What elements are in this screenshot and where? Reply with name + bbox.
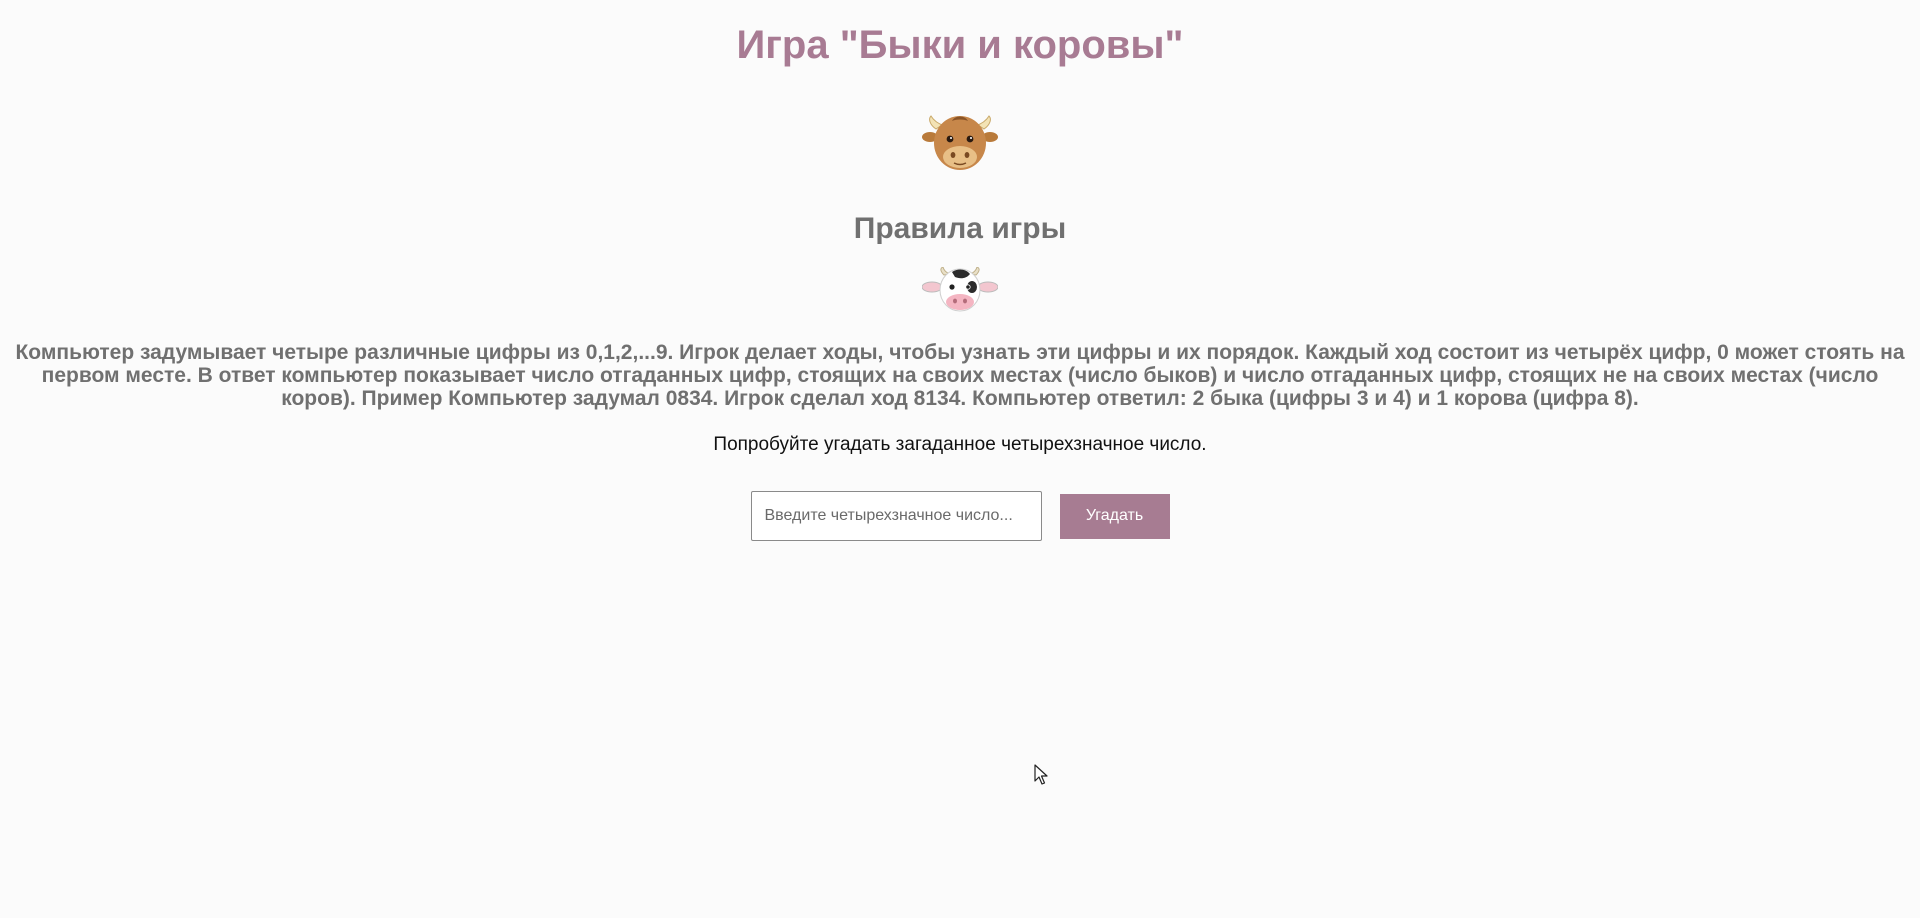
guess-form: Угадать [0, 491, 1920, 541]
guess-button[interactable]: Угадать [1059, 493, 1170, 539]
rules-heading: Правила игры [853, 212, 1067, 245]
mouse-pointer-icon [1034, 764, 1048, 785]
page: Игра "Быки и коровы" Правила игры Компью… [0, 0, 1920, 541]
number-input[interactable] [750, 491, 1042, 541]
bull-face-icon [922, 115, 998, 170]
guess-prompt: Попробуйте угадать загаданное четырехзна… [713, 434, 1207, 455]
cow-face-icon [922, 267, 998, 312]
rules-description: Компьютер задумывает четыре различные ци… [15, 341, 1905, 410]
page-title: Игра "Быки и коровы" [736, 23, 1184, 67]
